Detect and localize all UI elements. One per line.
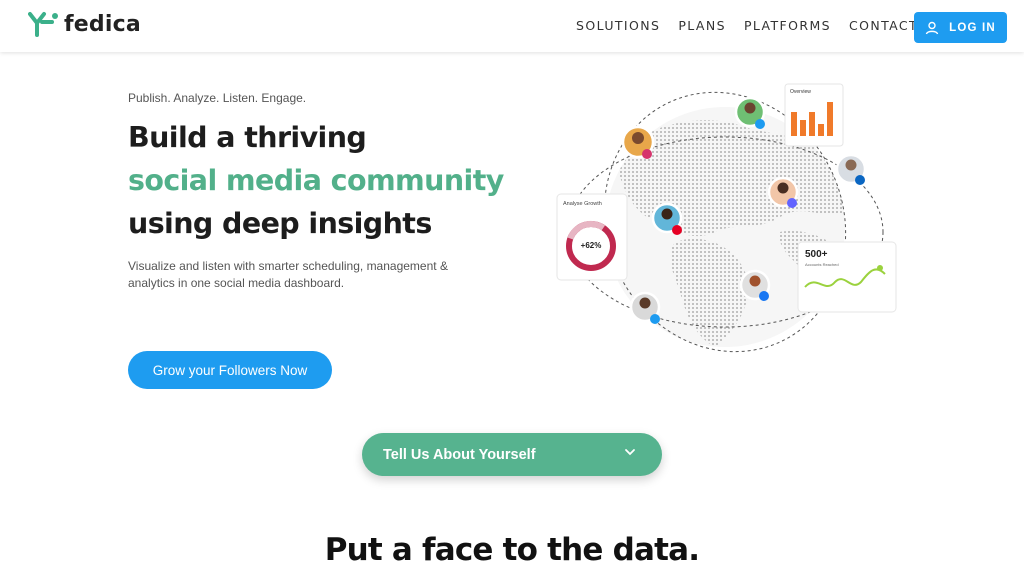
accounts-card: 500+ Accounts Reached (797, 241, 897, 313)
section-title: Put a face to the data. (324, 532, 700, 568)
hero-headline-line1: Build a thriving (128, 121, 367, 154)
growth-value: +62% (581, 241, 602, 250)
accounts-label: Accounts Reached (805, 262, 839, 267)
avatar-facebook (739, 269, 771, 301)
user-icon (925, 21, 939, 34)
site-header: fedica SOLUTIONS PLANS PLATFORMS CONTACT… (0, 0, 1024, 52)
nav-platforms[interactable]: PLATFORMS (744, 18, 831, 33)
accounts-value: 500+ (805, 249, 828, 260)
avatar-instagram (621, 125, 655, 159)
hero-tagline: Publish. Analyze. Listen. Engage. (128, 91, 307, 105)
avatar-mastodon (767, 176, 799, 208)
main-nav: SOLUTIONS PLANS PLATFORMS CONTACT (576, 18, 936, 33)
chevron-down-icon (625, 449, 635, 456)
login-label: LOG IN (949, 21, 996, 34)
nav-plans[interactable]: PLANS (678, 18, 726, 33)
hero-description: Visualize and listen with smarter schedu… (128, 259, 448, 290)
nav-solutions[interactable]: SOLUTIONS (576, 18, 660, 33)
growth-card: Analyse Growth +62% (556, 193, 628, 281)
growth-title: Analyse Growth (563, 201, 602, 207)
avatar-twitter-bottom (629, 291, 661, 324)
login-button[interactable]: LOG IN (914, 12, 1007, 43)
hero-headline-line2: social media community (128, 164, 504, 197)
brand-logo[interactable]: fedica (28, 11, 141, 37)
hero-headline-line3: using deep insights (128, 207, 432, 240)
tell-us-label: Tell Us About Yourself (383, 446, 536, 463)
nav-contact[interactable]: CONTACT (849, 18, 918, 33)
overview-title: Overview (790, 89, 811, 95)
tell-us-dropdown[interactable]: Tell Us About Yourself (362, 433, 662, 476)
globe-illustration: Overview Analyse Growth +62% 500+ Accoun… (556, 83, 897, 353)
fedica-logo-icon (28, 12, 58, 37)
grow-followers-button[interactable]: Grow your Followers Now (128, 351, 332, 389)
overview-card: Overview (784, 83, 844, 147)
brand-name: fedica (64, 11, 141, 37)
avatar-linkedin (835, 153, 867, 185)
